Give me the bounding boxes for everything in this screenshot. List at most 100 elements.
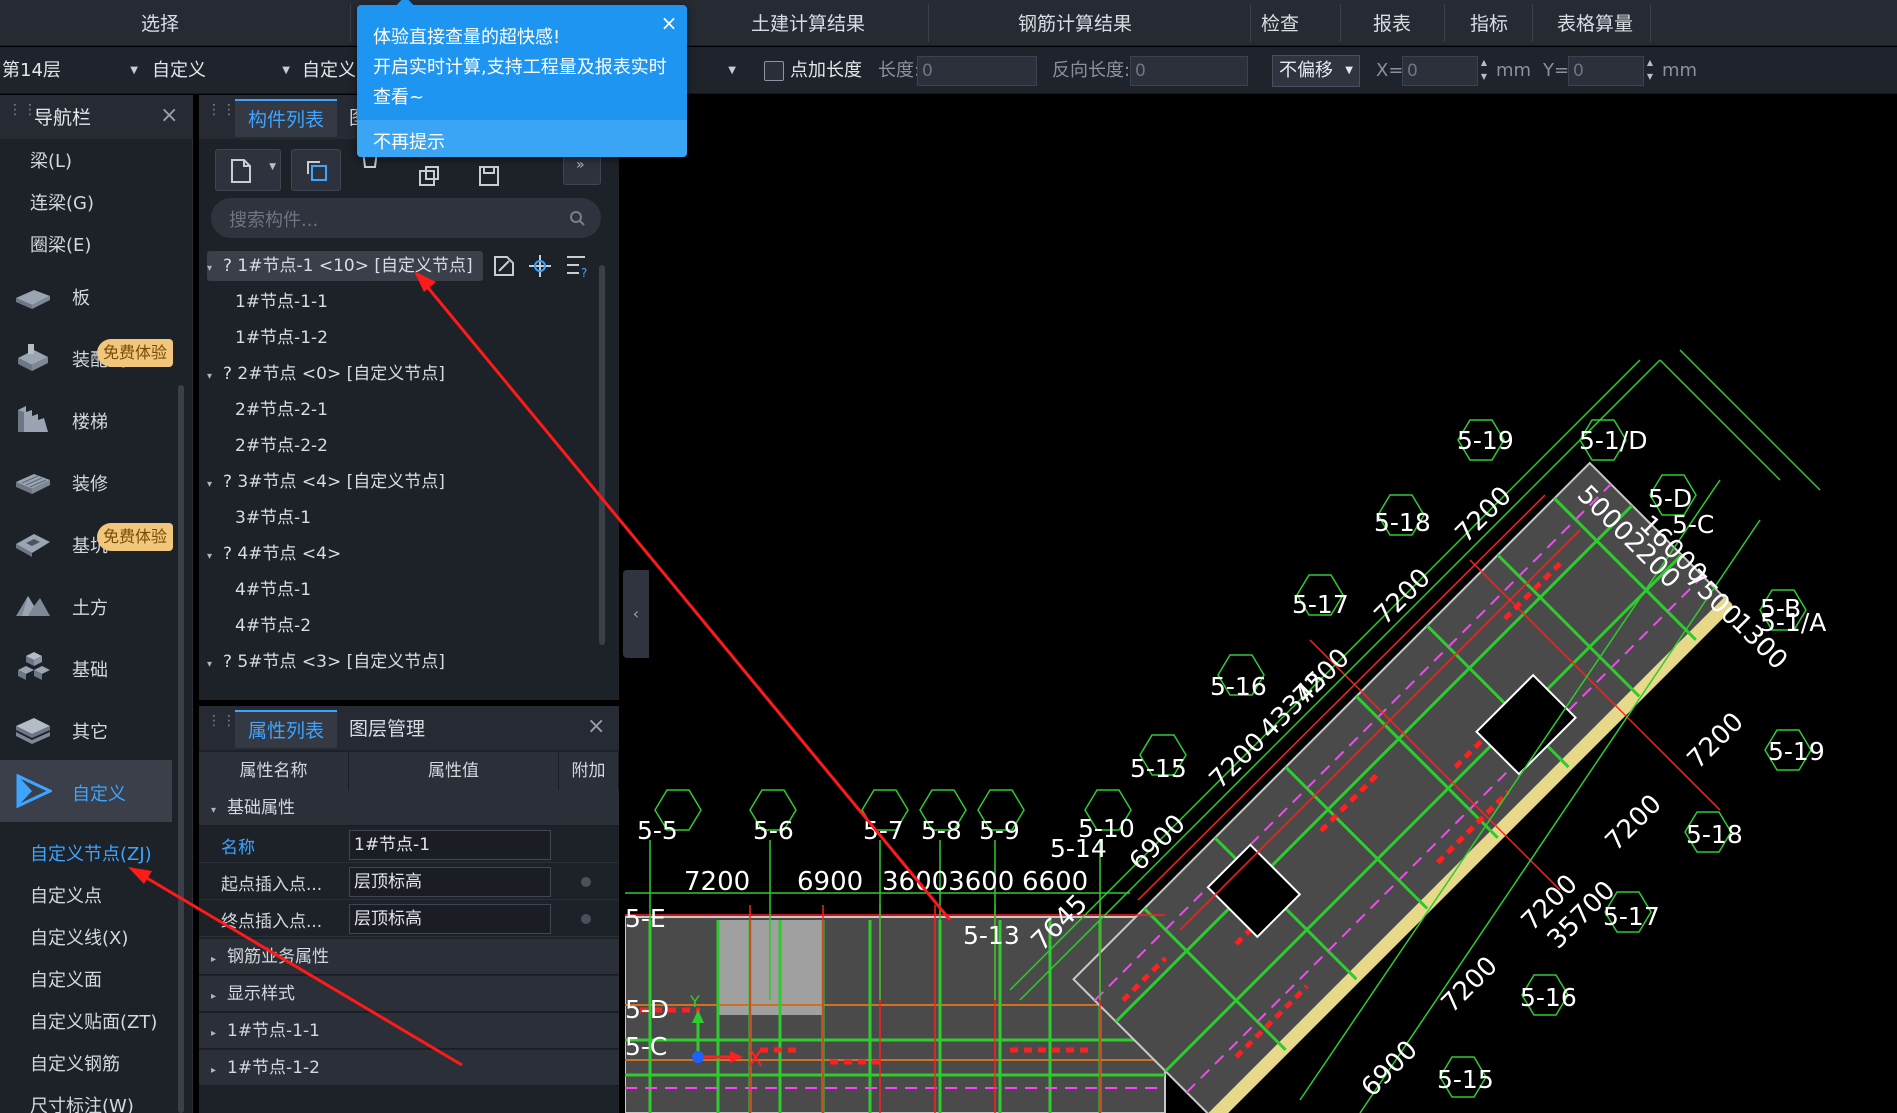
y-spinner[interactable]: ▲ ▼ xyxy=(1642,56,1658,86)
nav-item-dimension[interactable]: 尺寸标注(W) xyxy=(30,1092,134,1113)
tree-node-label: ? 3#节点 <4> [自定义节点] xyxy=(223,472,445,492)
property-row: 名称 1#节点-1 xyxy=(199,826,619,863)
tab-component-list[interactable]: 构件列表 xyxy=(235,99,337,137)
nav-category-stairs[interactable]: 楼梯 xyxy=(0,388,172,450)
nav-category-prefab[interactable]: 装配式 免费体验 xyxy=(0,326,173,388)
component-scrollbar[interactable] xyxy=(599,265,605,645)
search-icon[interactable] xyxy=(569,210,585,226)
tree-node[interactable]: ▾ ? 5#节点 <3> [自定义节点] xyxy=(207,647,445,677)
nav-item-custom-face[interactable]: 自定义面 xyxy=(30,966,102,992)
axis-y-label: Y xyxy=(689,992,700,1011)
component-search[interactable]: 搜索构件... xyxy=(211,198,601,238)
nav-category-pit[interactable]: 基坑 免费体验 xyxy=(0,512,173,574)
new-component-button[interactable]: ▼ xyxy=(215,149,281,191)
chevron-down-icon: ▼ xyxy=(269,162,276,172)
tree-node[interactable]: 2#节点-2-2 xyxy=(235,431,328,461)
ribbon-tab-check[interactable]: 检查 xyxy=(1258,10,1302,38)
edit-node-icon[interactable] xyxy=(491,253,517,279)
tree-node-label: ? 1#节点-1 <10> [自定义节点] xyxy=(223,256,473,276)
close-icon[interactable]: × xyxy=(160,105,178,127)
floor-select[interactable]: 第14层 ▼ xyxy=(0,55,142,87)
nav-category-custom[interactable]: 自定义 xyxy=(0,760,172,822)
nav-item-coupling-beam[interactable]: 连梁(G) xyxy=(30,189,94,215)
nav-item-custom-line[interactable]: 自定义线(X) xyxy=(30,924,128,950)
property-value-input[interactable]: 层顶标高 xyxy=(349,867,551,897)
drag-handle-icon[interactable]: ⋮⋮ xyxy=(8,103,37,129)
nav-category-decoration[interactable]: 装修 xyxy=(0,450,172,512)
attach-checkbox[interactable] xyxy=(581,877,591,887)
dimension-label: 6900 xyxy=(1356,1035,1424,1103)
nav-item-beam[interactable]: 梁(L) xyxy=(30,147,72,173)
tree-node[interactable]: ▾ ? 2#节点 <0> [自定义节点] xyxy=(207,359,445,389)
x-unit: mm xyxy=(1496,60,1532,81)
nav-item-custom-node[interactable]: 自定义节点(ZJ) xyxy=(30,840,152,866)
tree-node[interactable]: 1#节点-1-1 xyxy=(235,287,328,317)
y-input[interactable]: 0 xyxy=(1568,56,1644,86)
cad-drawing-canvas[interactable]: 5-5 5-6 5-7 5-8 5-9 5-10 5-14 5-13 5-15 … xyxy=(625,95,1897,1113)
close-icon[interactable]: × xyxy=(659,13,679,33)
node-info-icon[interactable]: ? xyxy=(565,253,591,279)
property-group[interactable]: ▸ 1#节点-1-2 xyxy=(199,1050,619,1086)
tab-property-list[interactable]: 属性列表 xyxy=(235,710,337,748)
nav-category-foundation[interactable]: 基础 xyxy=(0,636,172,698)
property-group-label: 1#节点-1-1 xyxy=(227,1021,320,1041)
dont-show-again-button[interactable]: 不再提示 xyxy=(357,120,687,157)
type-select-3[interactable]: ▼ xyxy=(700,55,740,87)
close-icon[interactable]: × xyxy=(587,716,605,738)
length-label: 长度: xyxy=(878,60,921,81)
offset-select[interactable]: 不偏移 ▼ xyxy=(1272,55,1360,87)
tree-node[interactable]: ▾ ? 4#节点 <4> xyxy=(207,539,341,569)
ribbon-tab-rebar-result[interactable]: 钢筋计算结果 xyxy=(1010,10,1140,38)
tree-node[interactable]: 4#节点-2 xyxy=(235,611,311,641)
point-length-checkbox[interactable] xyxy=(764,61,784,81)
length-input[interactable]: 0 xyxy=(917,56,1037,86)
property-group[interactable]: ▾ 基础属性 xyxy=(199,790,619,826)
tree-node[interactable]: 3#节点-1 xyxy=(235,503,311,533)
save-template-button[interactable] xyxy=(464,155,514,191)
tab-layer-management[interactable]: 图层管理 xyxy=(349,710,425,748)
nav-category-slab[interactable]: 板 xyxy=(0,264,172,326)
tree-node[interactable]: ▾ ? 3#节点 <4> [自定义节点] xyxy=(207,467,445,497)
nav-item-custom-veneer[interactable]: 自定义贴面(ZT) xyxy=(30,1008,157,1034)
free-trial-badge[interactable]: 免费体验 xyxy=(97,339,173,367)
drag-handle-icon[interactable]: ⋮⋮ xyxy=(207,714,236,740)
tree-node[interactable]: 1#节点-1-2 xyxy=(235,323,328,353)
type-select-1[interactable]: 自定义 ▼ xyxy=(150,55,294,87)
tree-node-label: ? 5#节点 <3> [自定义节点] xyxy=(223,652,445,672)
tree-node[interactable]: 4#节点-1 xyxy=(235,575,311,605)
tree-node[interactable]: ▾ ? 1#节点-1 <10> [自定义节点] xyxy=(207,251,483,281)
property-value-input[interactable]: 1#节点-1 xyxy=(349,830,551,860)
property-group[interactable]: ▸ 显示样式 xyxy=(199,976,619,1012)
property-value-input[interactable]: 层顶标高 xyxy=(349,904,551,934)
reverse-length-input[interactable]: 0 xyxy=(1130,56,1248,86)
nav-category-earthwork[interactable]: 土方 xyxy=(0,574,172,636)
ribbon-tab-civil-result[interactable]: 土建计算结果 xyxy=(748,10,868,38)
nav-category-label: 自定义 xyxy=(72,784,126,805)
copy-component-button[interactable] xyxy=(291,149,341,191)
free-trial-badge[interactable]: 免费体验 xyxy=(97,523,173,551)
pick-node-icon[interactable] xyxy=(527,253,553,279)
point-length-label: 点加长度 xyxy=(790,60,862,81)
nav-category-other[interactable]: 其它 xyxy=(0,698,172,760)
layer-copy-button[interactable] xyxy=(404,155,454,191)
ribbon-tab-index[interactable]: 指标 xyxy=(1467,10,1511,38)
type-select-2[interactable]: 自定义 xyxy=(300,55,360,87)
nav-item-custom-point[interactable]: 自定义点 xyxy=(30,882,102,908)
nav-item-ring-beam[interactable]: 圈梁(E) xyxy=(30,231,91,257)
attach-checkbox[interactable] xyxy=(581,914,591,924)
drag-handle-icon[interactable]: ⋮⋮ xyxy=(207,103,236,129)
property-row: 终点插入点... 层顶标高 xyxy=(199,900,619,937)
ribbon-tab-select[interactable]: 选择 xyxy=(130,10,190,38)
ribbon-tab-report[interactable]: 报表 xyxy=(1370,10,1414,38)
popup-line-3: 查看~ xyxy=(373,87,425,108)
nav-item-custom-rebar[interactable]: 自定义钢筋 xyxy=(30,1050,120,1076)
building-horizontal-wing xyxy=(625,916,1166,1113)
property-group[interactable]: ▸ 钢筋业务属性 xyxy=(199,939,619,975)
x-spinner[interactable]: ▲ ▼ xyxy=(1476,56,1492,86)
tree-node[interactable]: 2#节点-2-1 xyxy=(235,395,328,425)
dimension-label: 7200 xyxy=(1682,707,1750,775)
nav-scrollbar[interactable] xyxy=(178,385,184,1113)
ribbon-tab-table-calc[interactable]: 表格算量 xyxy=(1555,10,1635,38)
x-input[interactable]: 0 xyxy=(1402,56,1478,86)
property-group[interactable]: ▸ 1#节点-1-1 xyxy=(199,1013,619,1049)
